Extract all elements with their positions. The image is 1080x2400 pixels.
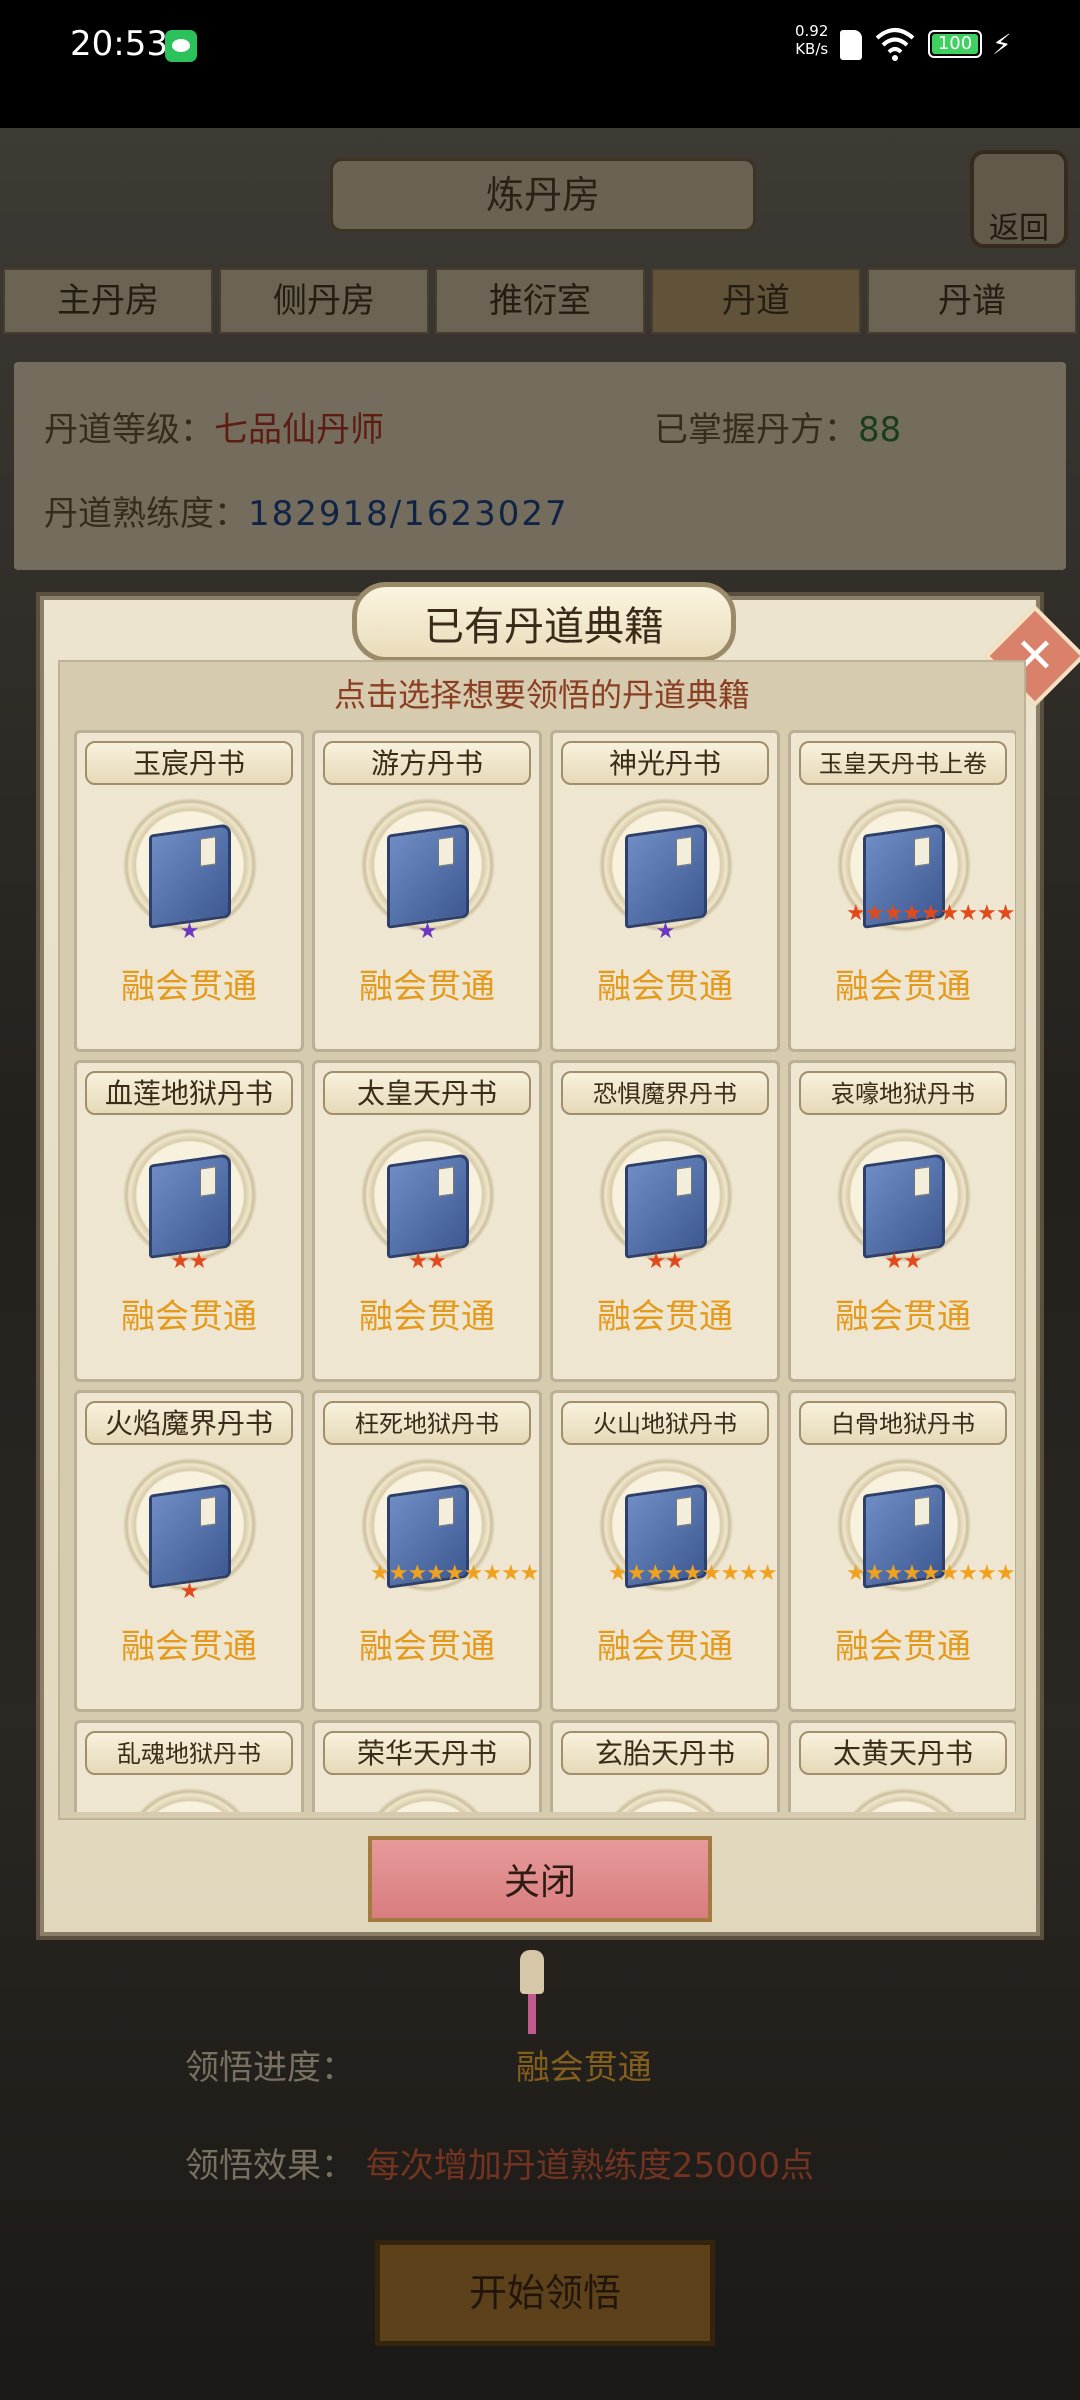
book-name: 荣华天丹书 <box>323 1731 531 1775</box>
book-card[interactable]: 白骨地狱丹书 ★★★★★★★★★ 融会贯通 <box>788 1390 1016 1712</box>
book-card[interactable]: 哀嚎地狱丹书 ★★ 融会贯通 <box>788 1060 1016 1382</box>
status-bar: 20:53 0.92 KB/s 100 ⚡ <box>0 0 1080 128</box>
book-name: 恐惧魔界丹书 <box>561 1071 769 1115</box>
book-frame <box>122 1787 258 1812</box>
book-stars: ★★ <box>884 1249 922 1274</box>
book-stars: ★ <box>655 919 676 944</box>
book-status: 融会贯通 <box>121 967 257 1007</box>
book-name: 玉皇天丹书上卷 <box>799 741 1007 785</box>
book-icon <box>863 1153 945 1259</box>
book-icon <box>387 1153 469 1259</box>
books-dialog: 已有丹道典籍 ✕ 点击选择想要领悟的丹道典籍 玉宸丹书 ★ 融会贯通 游方丹书 … <box>40 582 1080 1936</box>
book-card[interactable]: 血莲地狱丹书 ★★ 融会贯通 <box>74 1060 304 1382</box>
network-speed-value: 0.92 <box>795 22 829 40</box>
book-icon <box>625 1153 707 1259</box>
book-name: 游方丹书 <box>323 741 531 785</box>
book-card[interactable]: 火山地狱丹书 ★★★★★★★★★ 融会贯通 <box>550 1390 780 1712</box>
dialog-subtitle: 点击选择想要领悟的丹道典籍 <box>333 676 750 714</box>
book-name: 白骨地狱丹书 <box>799 1401 1007 1445</box>
book-stars: ★ <box>417 919 438 944</box>
book-card[interactable]: 神光丹书 ★ 融会贯通 <box>550 730 780 1052</box>
book-name: 神光丹书 <box>561 741 769 785</box>
book-status: 融会贯通 <box>359 967 495 1007</box>
book-status: 融会贯通 <box>835 1297 971 1337</box>
book-card[interactable]: 玄胎天丹书 <box>550 1720 780 1812</box>
book-frame <box>836 1787 972 1812</box>
book-stars: ★★★★★★★★★ <box>846 1561 1016 1586</box>
book-card[interactable]: 火焰魔界丹书 ★ 融会贯通 <box>74 1390 304 1712</box>
book-status: 融会贯通 <box>835 967 971 1007</box>
book-card[interactable]: 乱魂地狱丹书 <box>74 1720 304 1812</box>
status-time: 20:53 <box>70 24 168 64</box>
book-status: 融会贯通 <box>597 1297 733 1337</box>
book-name: 太黄天丹书 <box>799 1731 1007 1775</box>
dialog-title: 已有丹道典籍 <box>352 582 736 662</box>
book-card[interactable]: 游方丹书 ★ 融会贯通 <box>312 730 542 1052</box>
wifi-icon <box>875 28 915 61</box>
book-name: 玉宸丹书 <box>85 741 293 785</box>
books-panel: 点击选择想要领悟的丹道典籍 玉宸丹书 ★ 融会贯通 游方丹书 ★ 融会贯通 神光… <box>58 660 1026 1820</box>
wechat-icon <box>165 30 197 62</box>
book-status: 融会贯通 <box>597 1627 733 1667</box>
bell-ornament-icon <box>520 1950 544 1994</box>
book-status: 融会贯通 <box>121 1297 257 1337</box>
battery-level: 100 <box>932 34 978 54</box>
book-name: 玄胎天丹书 <box>561 1731 769 1775</box>
book-icon <box>149 823 231 929</box>
book-name: 火焰魔界丹书 <box>85 1401 293 1445</box>
book-stars: ★★ <box>170 1249 208 1274</box>
network-speed-unit: KB/s <box>795 40 829 58</box>
book-card[interactable]: 恐惧魔界丹书 ★★ 融会贯通 <box>550 1060 780 1382</box>
book-card[interactable]: 太黄天丹书 <box>788 1720 1016 1812</box>
book-icon <box>387 823 469 929</box>
book-card[interactable]: 太皇天丹书 ★★ 融会贯通 <box>312 1060 542 1382</box>
charging-icon: ⚡ <box>992 28 1012 61</box>
book-frame <box>598 1787 734 1812</box>
book-name: 乱魂地狱丹书 <box>85 1731 293 1775</box>
book-icon <box>149 1483 231 1589</box>
book-status: 融会贯通 <box>835 1627 971 1667</box>
battery-icon: 100 <box>928 30 982 58</box>
book-card[interactable]: 荣华天丹书 <box>312 1720 542 1812</box>
book-name: 太皇天丹书 <box>323 1071 531 1115</box>
book-status: 融会贯通 <box>121 1627 257 1667</box>
book-status: 融会贯通 <box>359 1627 495 1667</box>
book-name: 哀嚎地狱丹书 <box>799 1071 1007 1115</box>
book-card[interactable]: 枉死地狱丹书 ★★★★★★★★★ 融会贯通 <box>312 1390 542 1712</box>
book-status: 融会贯通 <box>359 1297 495 1337</box>
book-stars: ★ <box>179 1579 200 1604</box>
book-card[interactable]: 玉皇天丹书上卷 ★★★★★★★★★ 融会贯通 <box>788 730 1016 1052</box>
book-stars: ★ <box>179 919 200 944</box>
book-stars: ★★ <box>408 1249 446 1274</box>
sim-icon <box>840 30 862 60</box>
book-name: 枉死地狱丹书 <box>323 1401 531 1445</box>
book-icon <box>149 1153 231 1259</box>
book-stars: ★★★★★★★★★ <box>370 1561 540 1586</box>
close-button[interactable]: 关闭 <box>368 1836 712 1922</box>
book-stars: ★★★★★★★★★ <box>608 1561 778 1586</box>
book-status: 融会贯通 <box>597 967 733 1007</box>
book-stars: ★★★★★★★★★ <box>846 901 1016 926</box>
book-card[interactable]: 玉宸丹书 ★ 融会贯通 <box>74 730 304 1052</box>
book-icon <box>625 823 707 929</box>
book-stars: ★★ <box>646 1249 684 1274</box>
book-frame <box>360 1787 496 1812</box>
book-name: 血莲地狱丹书 <box>85 1071 293 1115</box>
network-speed: 0.92 KB/s <box>795 22 828 58</box>
book-name: 火山地狱丹书 <box>561 1401 769 1445</box>
tassel-ornament <box>528 1994 536 2034</box>
books-grid[interactable]: 玉宸丹书 ★ 融会贯通 游方丹书 ★ 融会贯通 神光丹书 ★ 融会贯通 玉皇天丹… <box>70 726 1016 1812</box>
